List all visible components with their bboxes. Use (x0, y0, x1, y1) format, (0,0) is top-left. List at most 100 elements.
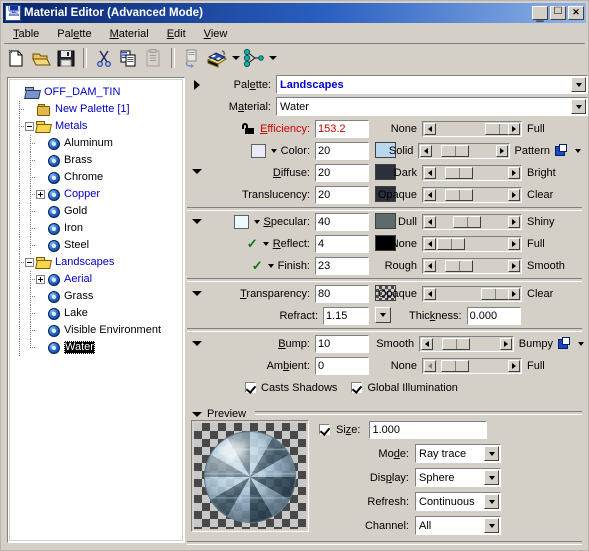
tree-item-off-dam-tin[interactable]: OFF_DAM_TIN (14, 84, 182, 101)
tree-item-metals[interactable]: Metals (14, 118, 182, 135)
finish-slider-thumb[interactable] (445, 259, 473, 272)
finish-slider[interactable] (422, 257, 522, 274)
unlocked-padlock-icon[interactable] (242, 122, 256, 135)
translucency-slider-right-arrow[interactable] (508, 188, 520, 201)
palette-combobox[interactable]: Landscapes (276, 75, 588, 94)
apply-material-icon[interactable] (180, 47, 204, 70)
tree-item-landscapes[interactable]: Landscapes (14, 254, 182, 271)
specular-field[interactable] (315, 212, 369, 231)
diffuse-slider-thumb[interactable] (445, 166, 473, 179)
finish-check-icon[interactable]: ✓ (252, 259, 263, 272)
diffuse-field[interactable] (315, 163, 369, 182)
bump-slider[interactable] (419, 335, 514, 352)
efficiency-slider-left-arrow[interactable] (424, 122, 436, 135)
bumpy-cube-icon[interactable] (557, 336, 571, 351)
tree-item-gold[interactable]: Gold (14, 203, 182, 220)
channel-dropdown-button[interactable] (484, 518, 499, 533)
specular-slider[interactable] (422, 213, 522, 230)
tree-item-grass[interactable]: Grass (14, 288, 182, 305)
tree-item-chrome[interactable]: Chrome (14, 169, 182, 186)
paste-clipboard-icon[interactable] (142, 47, 166, 70)
transparency-slider-right-arrow[interactable] (508, 287, 520, 300)
open-folder-icon[interactable] (29, 47, 53, 70)
tree-item-aluminum[interactable]: Aluminum (14, 135, 182, 152)
refresh-dropdown-button[interactable] (484, 494, 499, 509)
collapse-toggle-transparency[interactable] (189, 285, 205, 301)
diffuse-slider[interactable] (422, 164, 522, 181)
ambient-slider-thumb[interactable] (441, 359, 469, 372)
transparency-slider-thumb[interactable] (481, 287, 509, 300)
pattern-cube-icon[interactable] (554, 143, 568, 158)
tree-item-iron[interactable]: Iron (14, 220, 182, 237)
specular-dropdown-arrow-icon[interactable] (253, 216, 262, 228)
efficiency-slider[interactable] (422, 120, 522, 137)
maximize-button[interactable]: ☐ (550, 6, 566, 20)
refresh-combobox[interactable]: Continuous (415, 492, 501, 511)
reflect-slider-thumb[interactable] (437, 237, 465, 250)
efficiency-slider-right-arrow[interactable] (508, 122, 520, 135)
pattern-dropdown-arrow-icon[interactable] (573, 145, 582, 157)
collapse-toggle-bump[interactable] (189, 335, 205, 351)
color-mini-swatch[interactable] (250, 143, 266, 158)
efficiency-field[interactable] (315, 119, 369, 138)
transparency-field[interactable] (315, 284, 369, 303)
close-button[interactable]: ✕ (568, 6, 584, 20)
palette-dropdown-button[interactable] (571, 77, 586, 92)
reflect-field[interactable] (315, 234, 369, 253)
collapse-toggle-basic[interactable] (189, 163, 205, 179)
ambient-slider-right-arrow[interactable] (508, 359, 520, 372)
tree-expander-expand[interactable] (36, 190, 45, 199)
color-slider-thumb[interactable] (441, 144, 470, 157)
mode-combobox[interactable]: Ray trace (415, 444, 501, 463)
translucency-slider-thumb[interactable] (445, 188, 473, 201)
specular-mini-swatch[interactable] (233, 214, 249, 229)
node-graph-icon[interactable] (242, 47, 266, 70)
global-illumination-checkbox[interactable] (351, 382, 363, 393)
bump-slider-right-arrow[interactable] (499, 337, 512, 350)
material-combobox[interactable]: Water (276, 97, 588, 116)
tree-item-new-palette-1[interactable]: New Palette [1] (14, 101, 182, 118)
reflect-dropdown-arrow-icon[interactable] (262, 238, 271, 250)
copy-icon[interactable] (117, 47, 141, 70)
tree-item-visible-environment[interactable]: Visible Environment (14, 322, 182, 339)
translucency-field[interactable] (315, 185, 369, 204)
reflect-slider[interactable] (422, 235, 522, 252)
color-field[interactable] (315, 141, 369, 160)
ambient-slider[interactable] (422, 357, 522, 374)
ambient-field[interactable] (315, 356, 369, 375)
tree-item-lake[interactable]: Lake (14, 305, 182, 322)
size-checkbox[interactable] (319, 424, 330, 435)
color-slider-right-arrow[interactable] (495, 144, 508, 157)
finish-field[interactable] (315, 256, 369, 275)
material-tree[interactable]: OFF_DAM_TIN New Palette [1] Metals Aluminum… (9, 79, 183, 541)
transparency-slider-left-arrow[interactable] (424, 287, 436, 300)
menu-palette[interactable]: Palette (48, 26, 100, 42)
translucency-slider[interactable] (422, 186, 522, 203)
size-field[interactable] (369, 420, 488, 439)
channel-combobox[interactable]: All (415, 516, 501, 535)
specular-slider-right-arrow[interactable] (508, 215, 520, 228)
specular-slider-left-arrow[interactable] (424, 215, 436, 228)
bump-slider-left-arrow[interactable] (421, 337, 434, 350)
new-icon[interactable] (4, 47, 28, 70)
mode-dropdown-button[interactable] (484, 446, 499, 461)
collapse-toggle-specular[interactable] (189, 213, 205, 229)
menu-material[interactable]: Material (101, 26, 158, 42)
cut-scissors-icon[interactable] (92, 47, 116, 70)
material-tree-panel[interactable]: OFF_DAM_TIN New Palette [1] Metals Aluminum… (7, 77, 185, 543)
specular-slider-thumb[interactable] (453, 215, 481, 228)
translucency-slider-left-arrow[interactable] (424, 188, 436, 201)
bumpy-dropdown-arrow-icon[interactable] (576, 338, 585, 350)
finish-slider-right-arrow[interactable] (508, 259, 520, 272)
minimize-button[interactable]: _ (532, 6, 548, 21)
preview-thumbnail[interactable] (191, 420, 309, 532)
diffuse-slider-left-arrow[interactable] (424, 166, 436, 179)
color-slider[interactable] (418, 142, 510, 159)
bump-field[interactable] (315, 334, 369, 353)
tree-expander-collapse[interactable] (25, 258, 34, 267)
tree-item-water[interactable]: Water (14, 339, 182, 356)
reflect-check-icon[interactable]: ✓ (247, 237, 258, 250)
palette-stack-icon[interactable] (205, 47, 229, 70)
tree-item-copper[interactable]: Copper (14, 186, 182, 203)
tree-expander-collapse[interactable] (25, 122, 34, 131)
